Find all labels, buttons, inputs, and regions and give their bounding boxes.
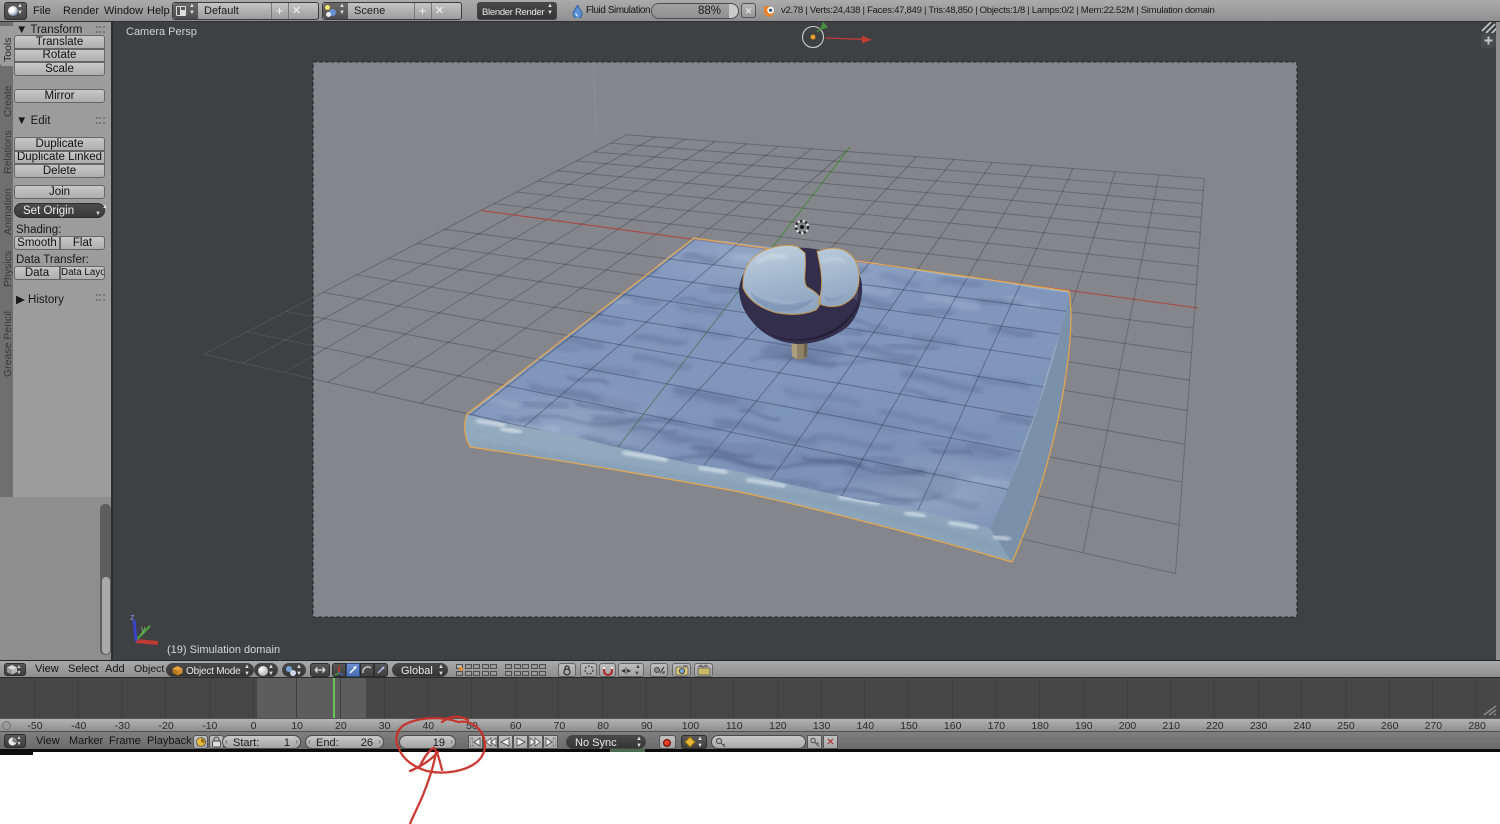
svg-text:y: y (141, 624, 146, 634)
svg-text:z: z (130, 612, 135, 622)
